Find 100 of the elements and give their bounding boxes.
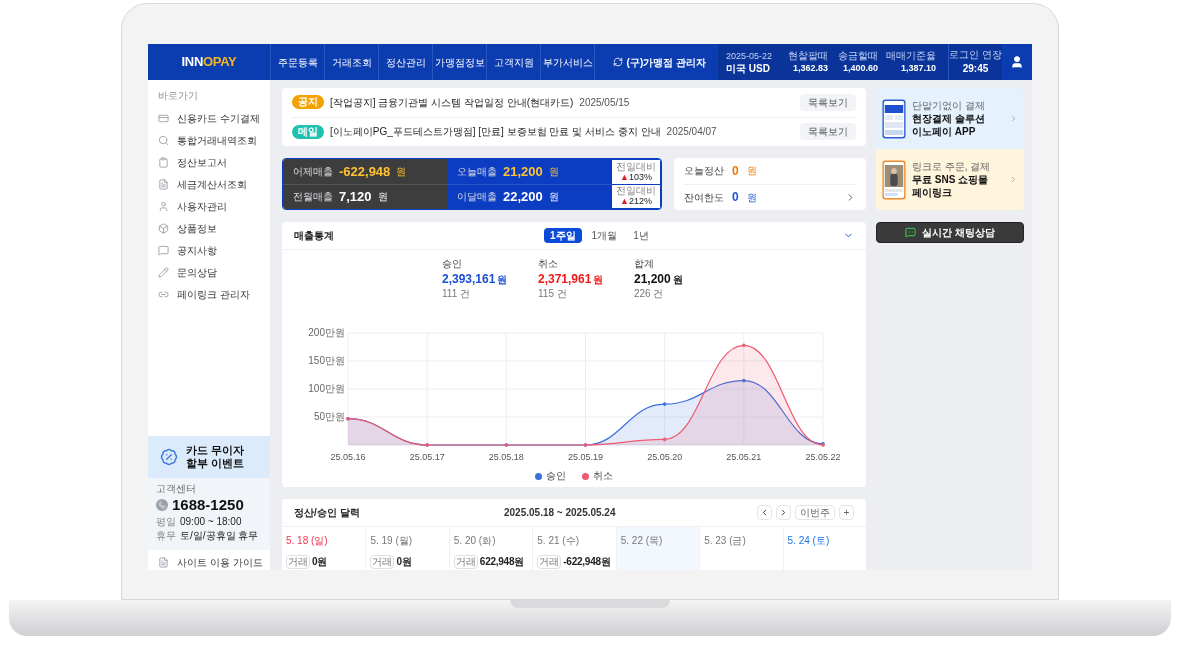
settlement-unit: 원 [746,164,757,179]
app-promo-card[interactable]: 링크로 주문, 결제 무료 SNS 쇼핑몰 페이링크 [876,149,1024,210]
login-extend-button[interactable]: 로그인 연장 29:45 [948,44,1002,80]
sales-value: -622,948 [339,162,391,181]
nav-tab[interactable]: 정산관리 [378,44,432,80]
sidebar-item[interactable]: 세금계산서조회 [158,173,260,195]
transaction-tag: 거래 [453,554,478,569]
sidebar-heading: 바로가기 [158,89,199,103]
chat-icon [905,227,917,238]
calendar-day[interactable]: 5. 22 (목) [615,527,700,570]
live-chat-button[interactable]: 실시간 채팅상담 [876,222,1024,243]
hours-label: 평일 [156,515,176,529]
clipboard-icon [158,156,169,168]
period-tab[interactable]: 1주일 [544,228,582,243]
promo-title: 현장결제 솔루션 [912,112,985,125]
total-label: 승인 [442,258,463,270]
comparison-label: 전일대비 [616,185,656,197]
sales-label: 어제매출 [293,164,333,179]
chevron-right-icon [1009,114,1018,123]
legend-label: 승인 [546,470,566,482]
sales-unit: 원 [548,164,559,179]
promo-caption: 단말기없이 결제 [912,99,985,112]
rate-value: 1,362.83 [791,61,828,75]
day-label: 5. 19 (월) [370,534,414,548]
sales-value: 22,200 [503,188,543,206]
user-icon[interactable] [1010,55,1024,69]
account-name: (구)가맹점 관리자 [626,55,706,70]
app-promo-card[interactable]: 단말기없이 결제 현장결제 솔루션 이노페이 APP [876,88,1024,149]
nav-tab[interactable]: 주문등록 [270,44,324,80]
notice-date: 2025/05/15 [579,95,630,110]
y-axis-label: 200만원 [308,327,345,338]
transaction-tag: 거래 [537,554,562,569]
day-label: 5. 23 (금) [704,534,747,548]
y-axis-label: 50만원 [313,411,345,422]
sidebar-item[interactable]: 사용자관리 [158,195,260,217]
add-button[interactable]: + [839,505,854,520]
support-phone: 1688-1250 [172,495,244,515]
total-amount: 2,371,961 [538,271,592,288]
sidebar-item[interactable]: 문의상담 [158,261,260,283]
calendar-day[interactable]: 5. 20 (화) 거래 622,948원 [448,527,533,570]
day-label: 5. 21 (수) [537,534,580,548]
period-tab[interactable]: 1년 [627,228,655,243]
percent-badge-icon [160,448,178,466]
list-button[interactable]: 목록보기 [800,93,856,111]
y-axis-label: 150만원 [308,355,345,366]
this-week-button[interactable]: 이번주 [795,505,835,520]
rate-value: 1,400.60 [841,61,878,75]
sidebar-item[interactable]: 상품정보 [158,217,260,239]
period-tab[interactable]: 1개월 [585,228,624,243]
promo-text: 할부 이벤트 [186,457,245,470]
card-icon [158,112,169,124]
comparison-label: 전일대비 [616,160,656,172]
nav-tab[interactable]: 가맹점정보 [432,44,486,80]
total-unit: 원 [497,273,508,287]
nav-tab[interactable]: 거래조회 [324,44,378,80]
promo-title: 페이링크 [912,186,952,199]
nav-tab[interactable]: 고객지원 [486,44,540,80]
document-icon [158,178,169,190]
total-count: 111 건 [442,288,471,300]
rate-value: 1,387.10 [899,61,936,75]
chevron-right-icon [779,508,788,517]
rate-date: 2025-05-22 [726,49,774,62]
total-count: 226 건 [634,288,665,300]
notice-title[interactable]: [이노페이PG_푸드테스트가맹점] [만료] 보증보험 만료 및 서비스 중지 안내 [330,124,661,140]
list-button[interactable]: 목록보기 [800,123,856,141]
x-axis-label: 25.05.16 [330,452,366,462]
day-label: 5. 20 (화) [453,534,497,548]
day-label: 5. 24 (토) [787,534,831,548]
previous-week-button[interactable] [757,505,772,520]
sales-label: 이달매출 [457,190,497,205]
notice-badge: 공지 [292,95,324,110]
notice-badge: 메일 [292,124,324,139]
day-label: 5. 18 (일) [286,534,329,548]
chevron-right-icon [1009,175,1018,184]
sidebar-item[interactable]: 신용카드 수기결제 [158,107,260,129]
notice-title[interactable]: [작업공지] 금융기관별 시스템 작업일정 안내(현대카드) [330,94,574,110]
calendar-day[interactable]: 5. 19 (월) 거래 0원 [365,527,449,570]
guide-link[interactable]: 사이트 이용 가이드 [177,555,263,569]
logo[interactable]: INNOPAY [148,44,270,80]
x-axis-label: 25.05.21 [726,452,762,462]
promo-text: 카드 무이자 [186,444,245,457]
card-title: 정산/승인 달력 [294,506,361,520]
calendar-day[interactable]: 5. 23 (금) [699,527,783,570]
sidebar-item[interactable]: 정산보고서 [158,151,260,173]
x-axis-label: 25.05.22 [805,452,841,462]
sidebar-item[interactable]: 통합거래내역조회 [158,129,260,151]
legend-label: 취소 [593,470,613,482]
nav-tab[interactable]: 부가서비스 [540,44,594,80]
hours-label: 휴무 [156,529,176,543]
calendar-day[interactable]: 5. 18 (일) 거래 0원 [282,527,366,570]
calendar-day[interactable]: 5. 24 (토) [782,527,866,570]
x-axis-label: 25.05.20 [647,452,683,462]
refresh-icon[interactable] [612,57,623,67]
sidebar-item[interactable]: 페이링크 관리자 [158,283,260,305]
promo-banner[interactable]: 카드 무이자 할부 이벤트 [148,436,270,478]
next-week-button[interactable] [776,505,791,520]
sales-value: 21,200 [503,162,543,181]
sidebar-item[interactable]: 공지사항 [158,239,260,261]
calendar-day[interactable]: 5. 21 (수) 거래 -622,948원 [532,527,616,570]
hours-value: 토/일/공휴일 휴무 [180,529,259,543]
